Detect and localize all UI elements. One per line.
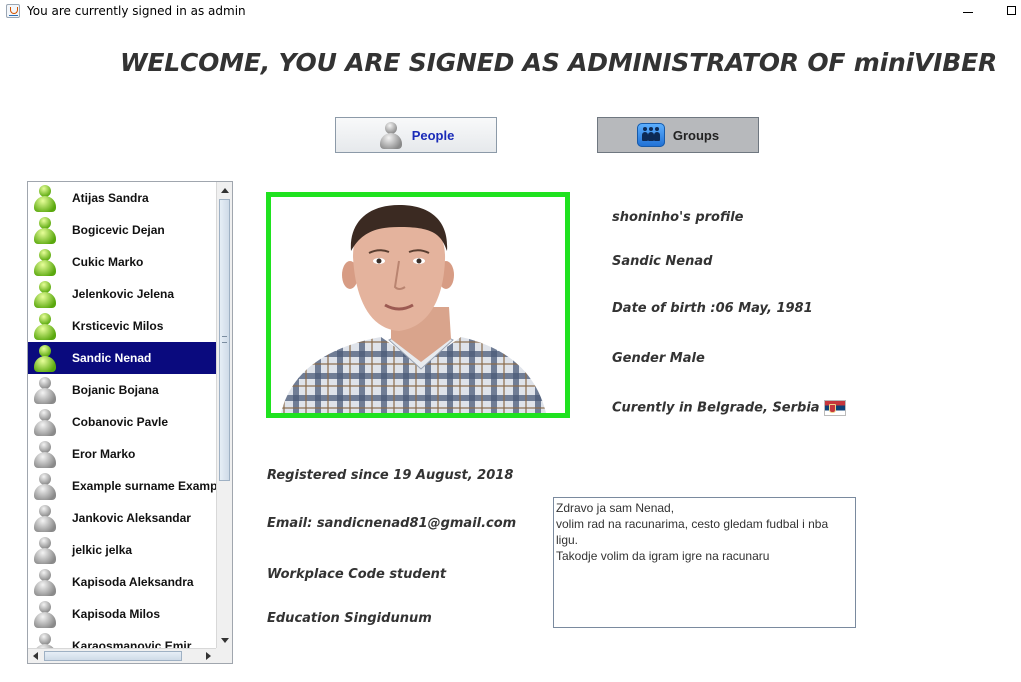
user-name: Bogicevic Dejan [72,223,165,237]
user-list-item[interactable]: Jelenkovic Jelena [28,278,216,310]
user-list-items: Atijas Sandra Bogicevic Dejan Cukic Marko J… [28,182,216,648]
groups-icon [636,123,665,147]
user-list-item[interactable]: Bogicevic Dejan [28,214,216,246]
user-list-item[interactable]: Kapisoda Aleksandra [28,566,216,598]
offline-user-icon [32,568,58,596]
people-button[interactable]: People [335,117,497,153]
user-list-item[interactable]: Bojanic Bojana [28,374,216,406]
online-user-icon [32,312,58,340]
minimize-icon [963,12,973,13]
online-user-icon [32,344,58,372]
offline-user-icon [32,440,58,468]
minimize-button[interactable] [944,0,990,24]
scroll-up-icon[interactable] [217,182,232,198]
offline-user-icon [32,408,58,436]
welcome-heading: WELCOME, YOU ARE SIGNED AS ADMINISTRATOR… [120,48,998,77]
user-list-item[interactable]: Cukic Marko [28,246,216,278]
maximize-icon [1007,6,1016,15]
scrollbar-corner [216,648,232,663]
user-name: Karaosmanovic Emir [72,639,192,648]
user-list-item[interactable]: Krsticevic Milos [28,310,216,342]
user-name: Bojanic Bojana [72,383,159,397]
profile-location-row: Curently in Belgrade, Serbia [612,400,846,416]
vertical-scroll-thumb[interactable] [219,199,230,481]
offline-user-icon [32,472,58,500]
user-name: Jankovic Aleksandar [72,511,191,525]
user-list-item[interactable]: Atijas Sandra [28,182,216,214]
user-name: Krsticevic Milos [72,319,164,333]
offline-user-icon [32,600,58,628]
people-button-label: People [411,127,455,143]
offline-user-icon [32,632,58,648]
user-list-item[interactable]: Cobanovic Pavle [28,406,216,438]
profile-photo [266,192,570,418]
user-list-item[interactable]: Example surname Example [28,470,216,502]
user-name: Jelenkovic Jelena [72,287,175,301]
profile-date-of-birth: Date of birth :06 May, 1981 [612,301,813,316]
user-name: jelkic jelka [72,543,133,557]
user-list-item[interactable]: Sandic Nenad [28,342,216,374]
profile-email: Email: sandicnenad81@gmail.com [267,516,517,531]
scroll-right-icon[interactable] [200,649,216,663]
user-list-horizontal-scrollbar[interactable] [28,648,216,663]
groups-button[interactable]: Groups [597,117,759,153]
online-user-icon [32,184,58,212]
serbia-flag-icon [823,400,846,416]
user-list-item[interactable]: Kapisoda Milos [28,598,216,630]
user-list-item[interactable]: Jankovic Aleksandar [28,502,216,534]
user-name: Cobanovic Pavle [72,415,169,429]
user-list-item[interactable]: jelkic jelka [28,534,216,566]
profile-registered: Registered since 19 August, 2018 [267,468,514,483]
user-list-item[interactable]: Eror Marko [28,438,216,470]
scroll-left-icon[interactable] [28,649,44,663]
offline-user-icon [32,504,58,532]
online-user-icon [32,248,58,276]
profile-gender: Gender Male [612,351,705,366]
window-title-bar: You are currently signed in as admin [0,0,1021,24]
scroll-down-icon[interactable] [217,632,232,648]
user-name: Kapisoda Aleksandra [72,575,194,589]
profile-location: Curently in Belgrade, Serbia [612,400,820,416]
people-icon [378,121,404,149]
profile-username: shoninho's profile [612,210,744,225]
online-user-icon [32,280,58,308]
profile-full-name: Sandic Nenad [612,254,713,269]
maximize-button[interactable] [988,0,1021,24]
online-user-icon [32,216,58,244]
user-name: Example surname Example [72,479,216,493]
horizontal-scroll-thumb[interactable] [44,651,182,661]
groups-button-label: Groups [672,127,720,143]
offline-user-icon [32,536,58,564]
user-name: Sandic Nenad [72,351,152,365]
user-name: Atijas Sandra [72,191,149,205]
java-app-icon [6,4,20,18]
user-name: Eror Marko [72,447,136,461]
user-list-vertical-scrollbar[interactable] [216,182,232,648]
profile-about-textarea[interactable]: Zdravo ja sam Nenad, volim rad na racuna… [553,497,856,628]
user-list[interactable]: Atijas Sandra Bogicevic Dejan Cukic Marko J… [27,181,233,664]
user-list-item[interactable]: Karaosmanovic Emir [28,630,216,648]
profile-photo-image [281,205,546,413]
profile-workplace: Workplace Code student [267,567,447,582]
window-title: You are currently signed in as admin [27,4,246,18]
profile-education: Education Singidunum [267,611,432,626]
user-name: Cukic Marko [72,255,144,269]
user-name: Kapisoda Milos [72,607,161,621]
offline-user-icon [32,376,58,404]
